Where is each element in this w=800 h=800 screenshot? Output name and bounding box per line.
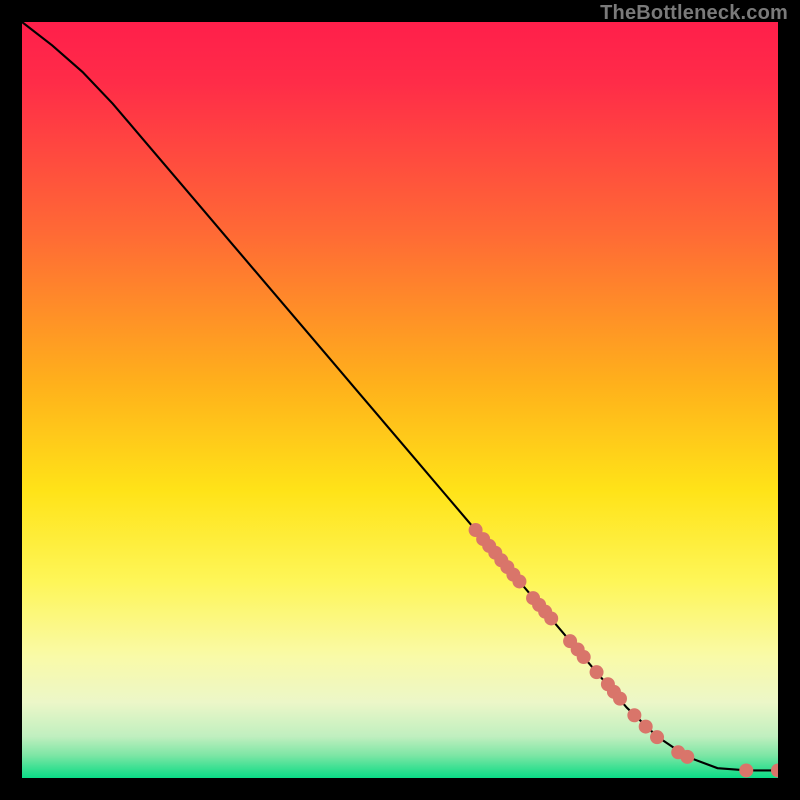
data-marker — [771, 763, 778, 777]
data-marker — [680, 750, 694, 764]
data-marker — [613, 692, 627, 706]
curve-layer — [22, 22, 778, 778]
data-marker — [590, 665, 604, 679]
data-marker — [544, 611, 558, 625]
marker-group — [469, 523, 778, 777]
data-marker — [639, 720, 653, 734]
main-curve — [22, 22, 778, 770]
plot-area — [22, 22, 778, 778]
data-marker — [577, 650, 591, 664]
data-marker — [512, 574, 526, 588]
data-marker — [739, 763, 753, 777]
data-marker — [650, 730, 664, 744]
chart-frame: TheBottleneck.com — [0, 0, 800, 800]
data-marker — [627, 708, 641, 722]
